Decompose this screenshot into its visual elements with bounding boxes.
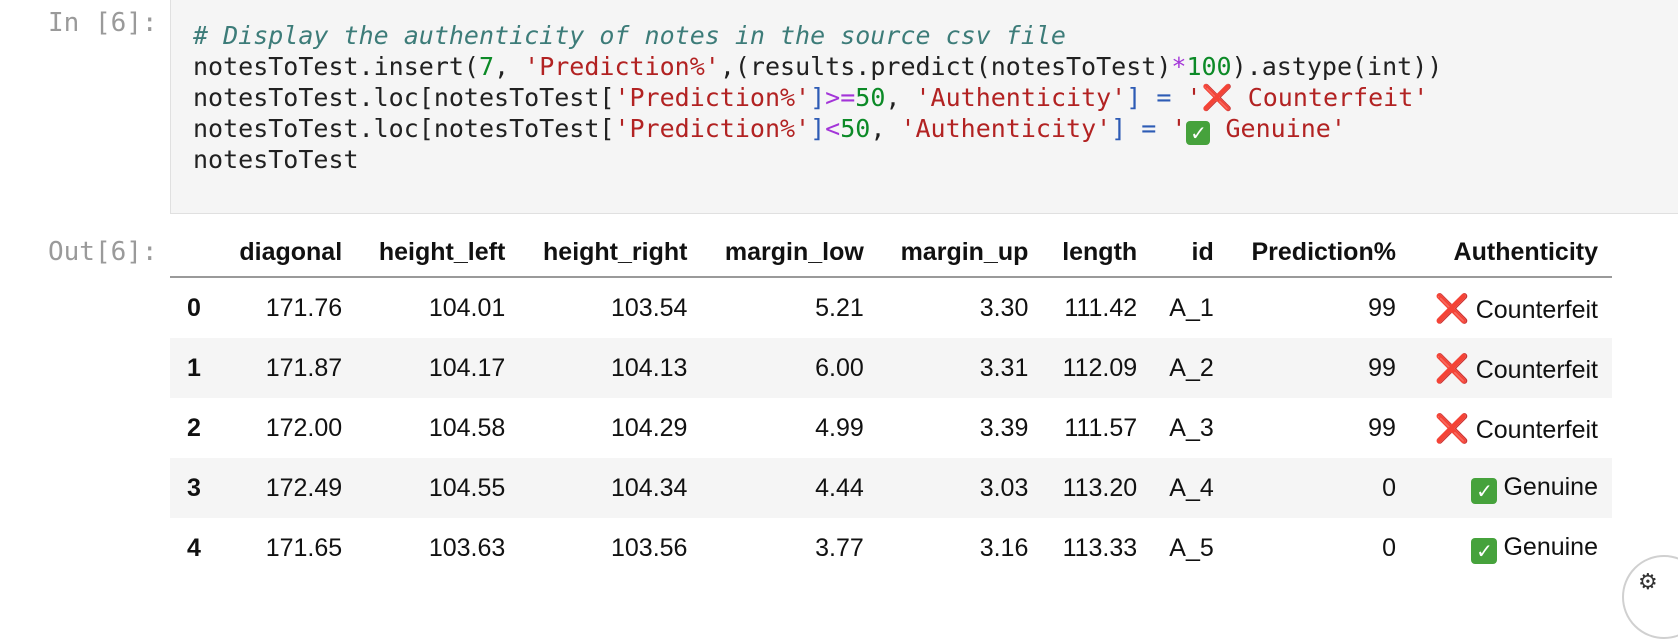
cross-mark-icon: ❌	[1434, 351, 1470, 385]
cell-margin-low: 6.00	[815, 353, 864, 382]
cross-mark-icon: ❌	[1201, 83, 1233, 112]
cell-id: A_2	[1169, 353, 1214, 382]
row-index: 2	[187, 413, 201, 442]
cell-margin-up: 3.31	[979, 353, 1029, 382]
cell-diagonal: 172.49	[265, 473, 343, 502]
cell-height-left: 103.63	[428, 533, 506, 562]
cell-authenticity: ❌ Counterfeit	[1434, 411, 1598, 445]
cell-height-left: 104.01	[428, 293, 506, 322]
cell-height-right: 104.34	[610, 473, 688, 502]
cell-prediction: 0	[1382, 533, 1396, 562]
column-header: length	[1062, 237, 1138, 266]
cell-height-right: 103.54	[610, 293, 688, 322]
column-header: id	[1191, 237, 1214, 266]
table-row: 4 171.65 103.63 103.56 3.77 3.16 113.33 …	[170, 518, 1612, 578]
cell-length: 113.20	[1062, 473, 1138, 502]
row-index: 1	[187, 353, 201, 382]
table-row: 0 171.76 104.01 103.54 5.21 3.30 111.42 …	[170, 277, 1612, 338]
floating-settings-button[interactable]: ⚙	[1622, 555, 1678, 639]
code-line-genuine: notesToTest.loc[notesToTest['Prediction%…	[193, 114, 1346, 145]
cell-length: 112.09	[1062, 353, 1138, 382]
cell-length: 111.42	[1064, 293, 1138, 322]
column-header: height_left	[378, 237, 506, 266]
check-mark-icon: ✓	[1471, 477, 1498, 504]
cell-height-right: 104.29	[610, 413, 688, 442]
column-header	[170, 228, 218, 277]
row-index: 3	[187, 473, 201, 502]
cell-prediction: 99	[1368, 293, 1396, 322]
cell-diagonal: 172.00	[265, 413, 343, 442]
cell-diagonal: 171.65	[265, 533, 343, 562]
settings-icon: ⚙	[1638, 569, 1658, 594]
cell-margin-low: 4.99	[815, 413, 864, 442]
cell-height-left: 104.17	[428, 353, 506, 382]
cell-height-left: 104.58	[428, 413, 506, 442]
column-header: height_right	[543, 237, 688, 266]
output-prompt: Out[6]:	[48, 237, 158, 267]
cell-id: A_3	[1169, 413, 1214, 442]
column-header: Authenticity	[1453, 237, 1598, 266]
column-header: margin_low	[724, 237, 864, 266]
cell-margin-low: 3.77	[815, 533, 864, 562]
check-mark-icon: ✓	[1471, 537, 1498, 564]
code-comment: # Display the authenticity of notes in t…	[193, 21, 1066, 50]
cell-margin-up: 3.16	[979, 533, 1029, 562]
column-header: margin_up	[900, 237, 1029, 266]
cell-authenticity: ❌ Counterfeit	[1434, 291, 1598, 325]
cell-margin-low: 5.21	[815, 293, 864, 322]
cell-id: A_4	[1169, 473, 1214, 502]
table-row: 3 172.49 104.55 104.34 4.44 3.03 113.20 …	[170, 458, 1612, 518]
row-index: 0	[187, 293, 201, 322]
table-row: 2 172.00 104.58 104.29 4.99 3.39 111.57 …	[170, 398, 1612, 458]
check-mark-icon: ✓	[1186, 121, 1211, 145]
dataframe-table: diagonal height_left height_right margin…	[170, 228, 1612, 578]
cell-margin-up: 3.39	[979, 413, 1029, 442]
input-prompt: In [6]:	[48, 8, 158, 38]
table-header-row: diagonal height_left height_right margin…	[170, 228, 1612, 277]
cell-authenticity: ✓ Genuine	[1410, 458, 1612, 518]
cell-margin-low: 4.44	[815, 473, 864, 502]
cell-margin-up: 3.30	[979, 293, 1029, 322]
column-header: diagonal	[239, 237, 343, 266]
code-line-display: notesToTest	[193, 145, 359, 174]
cell-id: A_5	[1169, 533, 1214, 562]
row-index: 4	[187, 533, 201, 562]
cell-authenticity: ✓ Genuine	[1410, 518, 1612, 578]
cell-height-right: 103.56	[610, 533, 688, 562]
code-line-insert: notesToTest.insert(7, 'Prediction%',(res…	[193, 52, 1443, 81]
cell-prediction: 0	[1382, 473, 1396, 502]
cell-id: A_1	[1169, 293, 1214, 322]
cell-prediction: 99	[1368, 353, 1396, 382]
cell-margin-up: 3.03	[979, 473, 1029, 502]
cell-diagonal: 171.76	[265, 293, 343, 322]
cross-mark-icon: ❌	[1434, 411, 1470, 445]
cell-prediction: 99	[1368, 413, 1396, 442]
cell-authenticity: ❌ Counterfeit	[1434, 351, 1598, 385]
cell-length: 113.33	[1062, 533, 1138, 562]
cell-height-left: 104.55	[428, 473, 506, 502]
table-row: 1 171.87 104.17 104.13 6.00 3.31 112.09 …	[170, 338, 1612, 398]
cross-mark-icon: ❌	[1434, 291, 1470, 325]
cell-diagonal: 171.87	[265, 353, 343, 382]
cell-height-right: 104.13	[610, 353, 688, 382]
cell-length: 111.57	[1064, 413, 1138, 442]
code-cell[interactable]: # Display the authenticity of notes in t…	[170, 0, 1678, 214]
code-line-counterfeit: notesToTest.loc[notesToTest['Prediction%…	[193, 83, 1429, 112]
column-header: Prediction%	[1251, 237, 1396, 266]
